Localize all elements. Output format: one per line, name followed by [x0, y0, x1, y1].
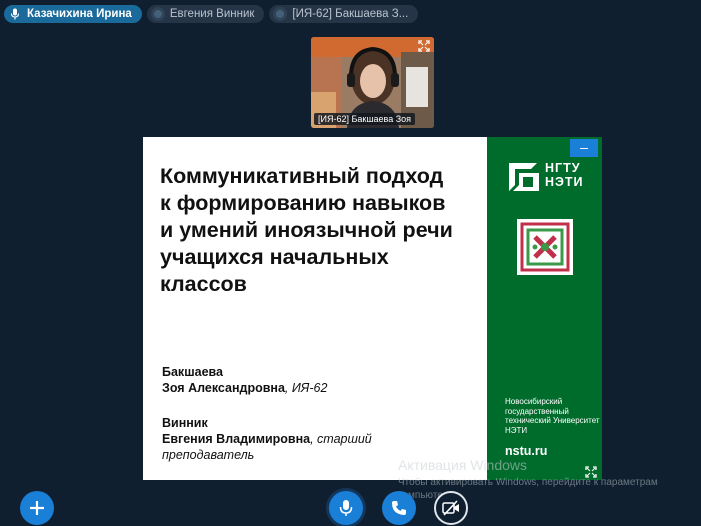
- mic-icon: [8, 7, 22, 21]
- author-name: Евгения Владимировна: [162, 432, 311, 446]
- university-name: Новосибирский государственный технически…: [505, 397, 600, 435]
- nstu-logo-mark: [509, 163, 539, 191]
- university-site: nstu.ru: [505, 444, 548, 458]
- author-surname: Бакшаева: [162, 365, 223, 379]
- faculty-emblem: [517, 219, 573, 275]
- participant-pill[interactable]: Евгения Винник: [146, 5, 265, 23]
- camera-off-icon: [442, 500, 459, 516]
- author-position-cont: преподаватель: [162, 448, 255, 462]
- author-name: Зоя Александровна: [162, 381, 285, 395]
- camera-button[interactable]: [434, 491, 468, 525]
- participant-dot-icon: [273, 7, 288, 21]
- participant-name: Казачихина Ирина: [27, 8, 132, 20]
- participant-dot-icon: [150, 7, 165, 21]
- minimize-button[interactable]: –: [570, 139, 598, 157]
- participant-list: Казачихина Ирина Евгения Винник [ИЯ-62] …: [4, 5, 419, 23]
- windows-activation-title: Активация Windows: [398, 457, 528, 473]
- nstu-logo: НГТУ НЭТИ: [507, 159, 587, 193]
- author-supervisor: Винник Евгения Владимировна, старший пре…: [162, 415, 402, 463]
- participant-name: Евгения Винник: [169, 8, 255, 20]
- slide-title: Коммуникативный подход к формированию на…: [160, 163, 480, 298]
- participant-name: [ИЯ-62] Бакшаева З...: [292, 8, 409, 20]
- microphone-button[interactable]: [329, 491, 363, 525]
- phone-icon: [392, 501, 406, 515]
- phone-button[interactable]: [382, 491, 416, 525]
- expand-icon[interactable]: [418, 40, 430, 52]
- title-line: и умений иноязычной речи: [160, 218, 453, 242]
- title-line: к формированию навыков: [160, 191, 446, 215]
- plus-icon: [30, 501, 44, 515]
- title-line: учащихся начальных: [160, 245, 389, 269]
- participant-pill-active[interactable]: Казачихина Ирина: [4, 5, 142, 23]
- title-line: Коммуникативный подход: [160, 164, 444, 188]
- participant-pill[interactable]: [ИЯ-62] Бакшаева З...: [269, 5, 419, 23]
- slide-brand-panel: – НГТУ НЭТИ Новосибирский государственны…: [487, 137, 602, 480]
- author-group: , ИЯ-62: [284, 381, 328, 395]
- webcam-label: [ИЯ-62] Бакшаева Зоя: [314, 113, 416, 125]
- mic-icon: [339, 500, 353, 516]
- webcam-tile[interactable]: [ИЯ-62] Бакшаева Зоя: [311, 37, 434, 128]
- presentation-slide[interactable]: Коммуникативный подход к формированию на…: [143, 137, 602, 480]
- author-position: , старший: [310, 432, 372, 446]
- nstu-logo-text: НГТУ НЭТИ: [545, 161, 584, 189]
- conference-window: Казачихина Ирина Евгения Винник [ИЯ-62] …: [0, 0, 701, 526]
- author-student: Бакшаева Зоя Александровна, ИЯ-62: [162, 364, 327, 396]
- author-surname: Винник: [162, 416, 208, 430]
- add-button[interactable]: [20, 491, 54, 525]
- title-line: классов: [160, 272, 247, 296]
